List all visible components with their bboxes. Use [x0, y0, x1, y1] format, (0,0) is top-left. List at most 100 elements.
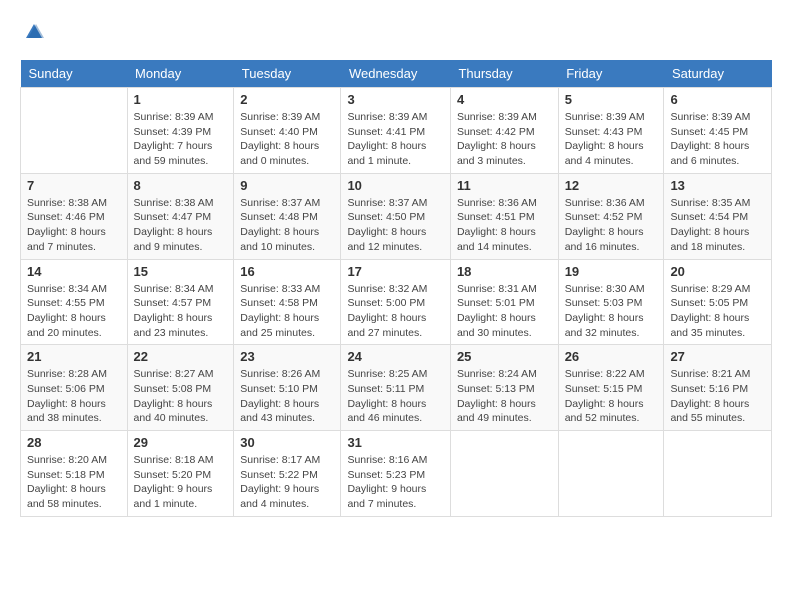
day-cell: 8 Sunrise: 8:38 AMSunset: 4:47 PMDaylight… [127, 173, 234, 259]
weekday-tuesday: Tuesday [234, 60, 341, 88]
day-info: Sunrise: 8:26 AMSunset: 5:10 PMDaylight:… [240, 367, 334, 426]
day-cell [450, 431, 558, 517]
day-number: 13 [670, 178, 765, 193]
day-cell: 11 Sunrise: 8:36 AMSunset: 4:51 PMDayligh… [450, 173, 558, 259]
day-cell: 10 Sunrise: 8:37 AMSunset: 4:50 PMDayligh… [341, 173, 451, 259]
day-cell: 6 Sunrise: 8:39 AMSunset: 4:45 PMDaylight… [664, 88, 772, 174]
day-number: 9 [240, 178, 334, 193]
logo-icon [22, 20, 46, 44]
weekday-header: SundayMondayTuesdayWednesdayThursdayFrid… [21, 60, 772, 88]
day-cell: 15 Sunrise: 8:34 AMSunset: 4:57 PMDayligh… [127, 259, 234, 345]
day-cell: 12 Sunrise: 8:36 AMSunset: 4:52 PMDayligh… [558, 173, 664, 259]
day-info: Sunrise: 8:36 AMSunset: 4:52 PMDaylight:… [565, 196, 658, 255]
week-row-1: 1Sunrise: 8:39 AMSunset: 4:39 PMDaylight… [21, 88, 772, 174]
day-cell: 22 Sunrise: 8:27 AMSunset: 5:08 PMDayligh… [127, 345, 234, 431]
day-number: 17 [347, 264, 444, 279]
day-number: 26 [565, 349, 658, 364]
day-number: 6 [670, 92, 765, 107]
day-number: 7 [27, 178, 121, 193]
day-cell: 7 Sunrise: 8:38 AMSunset: 4:46 PMDaylight… [21, 173, 128, 259]
day-info: Sunrise: 8:39 AMSunset: 4:42 PMDaylight:… [457, 110, 552, 169]
calendar-table: SundayMondayTuesdayWednesdayThursdayFrid… [20, 60, 772, 517]
day-info: Sunrise: 8:39 AMSunset: 4:40 PMDaylight:… [240, 110, 334, 169]
day-info: Sunrise: 8:32 AMSunset: 5:00 PMDaylight:… [347, 282, 444, 341]
day-number: 20 [670, 264, 765, 279]
day-number: 15 [134, 264, 228, 279]
day-number: 30 [240, 435, 334, 450]
weekday-wednesday: Wednesday [341, 60, 451, 88]
day-cell: 2Sunrise: 8:39 AMSunset: 4:40 PMDaylight… [234, 88, 341, 174]
day-info: Sunrise: 8:31 AMSunset: 5:01 PMDaylight:… [457, 282, 552, 341]
day-number: 11 [457, 178, 552, 193]
day-cell: 25 Sunrise: 8:24 AMSunset: 5:13 PMDayligh… [450, 345, 558, 431]
day-cell: 28Sunrise: 8:20 AMSunset: 5:18 PMDayligh… [21, 431, 128, 517]
day-info: Sunrise: 8:30 AMSunset: 5:03 PMDaylight:… [565, 282, 658, 341]
day-number: 22 [134, 349, 228, 364]
day-cell: 23 Sunrise: 8:26 AMSunset: 5:10 PMDayligh… [234, 345, 341, 431]
weekday-friday: Friday [558, 60, 664, 88]
day-cell: 24 Sunrise: 8:25 AMSunset: 5:11 PMDayligh… [341, 345, 451, 431]
week-row-2: 7 Sunrise: 8:38 AMSunset: 4:46 PMDaylight… [21, 173, 772, 259]
day-cell: 18 Sunrise: 8:31 AMSunset: 5:01 PMDayligh… [450, 259, 558, 345]
day-cell: 21 Sunrise: 8:28 AMSunset: 5:06 PMDayligh… [21, 345, 128, 431]
day-info: Sunrise: 8:38 AMSunset: 4:46 PMDaylight:… [27, 196, 121, 255]
day-info: Sunrise: 8:22 AMSunset: 5:15 PMDaylight:… [565, 367, 658, 426]
day-info: Sunrise: 8:37 AMSunset: 4:48 PMDaylight:… [240, 196, 334, 255]
day-number: 10 [347, 178, 444, 193]
day-info: Sunrise: 8:28 AMSunset: 5:06 PMDaylight:… [27, 367, 121, 426]
weekday-sunday: Sunday [21, 60, 128, 88]
day-number: 18 [457, 264, 552, 279]
day-info: Sunrise: 8:35 AMSunset: 4:54 PMDaylight:… [670, 196, 765, 255]
day-cell: 4Sunrise: 8:39 AMSunset: 4:42 PMDaylight… [450, 88, 558, 174]
day-info: Sunrise: 8:34 AMSunset: 4:55 PMDaylight:… [27, 282, 121, 341]
day-number: 12 [565, 178, 658, 193]
day-number: 23 [240, 349, 334, 364]
day-number: 14 [27, 264, 121, 279]
weekday-monday: Monday [127, 60, 234, 88]
day-info: Sunrise: 8:21 AMSunset: 5:16 PMDaylight:… [670, 367, 765, 426]
week-row-4: 21 Sunrise: 8:28 AMSunset: 5:06 PMDayligh… [21, 345, 772, 431]
day-info: Sunrise: 8:27 AMSunset: 5:08 PMDaylight:… [134, 367, 228, 426]
day-cell: 13 Sunrise: 8:35 AMSunset: 4:54 PMDayligh… [664, 173, 772, 259]
day-cell: 14 Sunrise: 8:34 AMSunset: 4:55 PMDayligh… [21, 259, 128, 345]
page-header [20, 20, 772, 44]
weekday-thursday: Thursday [450, 60, 558, 88]
day-number: 21 [27, 349, 121, 364]
day-info: Sunrise: 8:37 AMSunset: 4:50 PMDaylight:… [347, 196, 444, 255]
day-number: 1 [134, 92, 228, 107]
day-info: Sunrise: 8:20 AMSunset: 5:18 PMDaylight:… [27, 453, 121, 512]
day-info: Sunrise: 8:36 AMSunset: 4:51 PMDaylight:… [457, 196, 552, 255]
day-number: 3 [347, 92, 444, 107]
day-cell: 26 Sunrise: 8:22 AMSunset: 5:15 PMDayligh… [558, 345, 664, 431]
day-number: 19 [565, 264, 658, 279]
day-info: Sunrise: 8:38 AMSunset: 4:47 PMDaylight:… [134, 196, 228, 255]
day-cell [558, 431, 664, 517]
day-info: Sunrise: 8:25 AMSunset: 5:11 PMDaylight:… [347, 367, 444, 426]
day-cell: 31Sunrise: 8:16 AMSunset: 5:23 PMDayligh… [341, 431, 451, 517]
day-number: 29 [134, 435, 228, 450]
day-cell: 1Sunrise: 8:39 AMSunset: 4:39 PMDaylight… [127, 88, 234, 174]
day-info: Sunrise: 8:24 AMSunset: 5:13 PMDaylight:… [457, 367, 552, 426]
day-info: Sunrise: 8:16 AMSunset: 5:23 PMDaylight:… [347, 453, 444, 512]
day-cell: 27 Sunrise: 8:21 AMSunset: 5:16 PMDayligh… [664, 345, 772, 431]
day-cell: 9 Sunrise: 8:37 AMSunset: 4:48 PMDaylight… [234, 173, 341, 259]
logo [20, 20, 46, 44]
day-cell: 29Sunrise: 8:18 AMSunset: 5:20 PMDayligh… [127, 431, 234, 517]
day-number: 24 [347, 349, 444, 364]
day-number: 25 [457, 349, 552, 364]
week-row-5: 28Sunrise: 8:20 AMSunset: 5:18 PMDayligh… [21, 431, 772, 517]
day-info: Sunrise: 8:33 AMSunset: 4:58 PMDaylight:… [240, 282, 334, 341]
day-number: 5 [565, 92, 658, 107]
weekday-saturday: Saturday [664, 60, 772, 88]
day-info: Sunrise: 8:34 AMSunset: 4:57 PMDaylight:… [134, 282, 228, 341]
day-info: Sunrise: 8:39 AMSunset: 4:45 PMDaylight:… [670, 110, 765, 169]
calendar-body: 1Sunrise: 8:39 AMSunset: 4:39 PMDaylight… [21, 88, 772, 517]
week-row-3: 14 Sunrise: 8:34 AMSunset: 4:55 PMDayligh… [21, 259, 772, 345]
day-cell: 16Sunrise: 8:33 AMSunset: 4:58 PMDayligh… [234, 259, 341, 345]
day-cell: 17 Sunrise: 8:32 AMSunset: 5:00 PMDayligh… [341, 259, 451, 345]
day-cell: 30Sunrise: 8:17 AMSunset: 5:22 PMDayligh… [234, 431, 341, 517]
day-cell: 19 Sunrise: 8:30 AMSunset: 5:03 PMDayligh… [558, 259, 664, 345]
day-cell [21, 88, 128, 174]
day-number: 27 [670, 349, 765, 364]
day-number: 8 [134, 178, 228, 193]
